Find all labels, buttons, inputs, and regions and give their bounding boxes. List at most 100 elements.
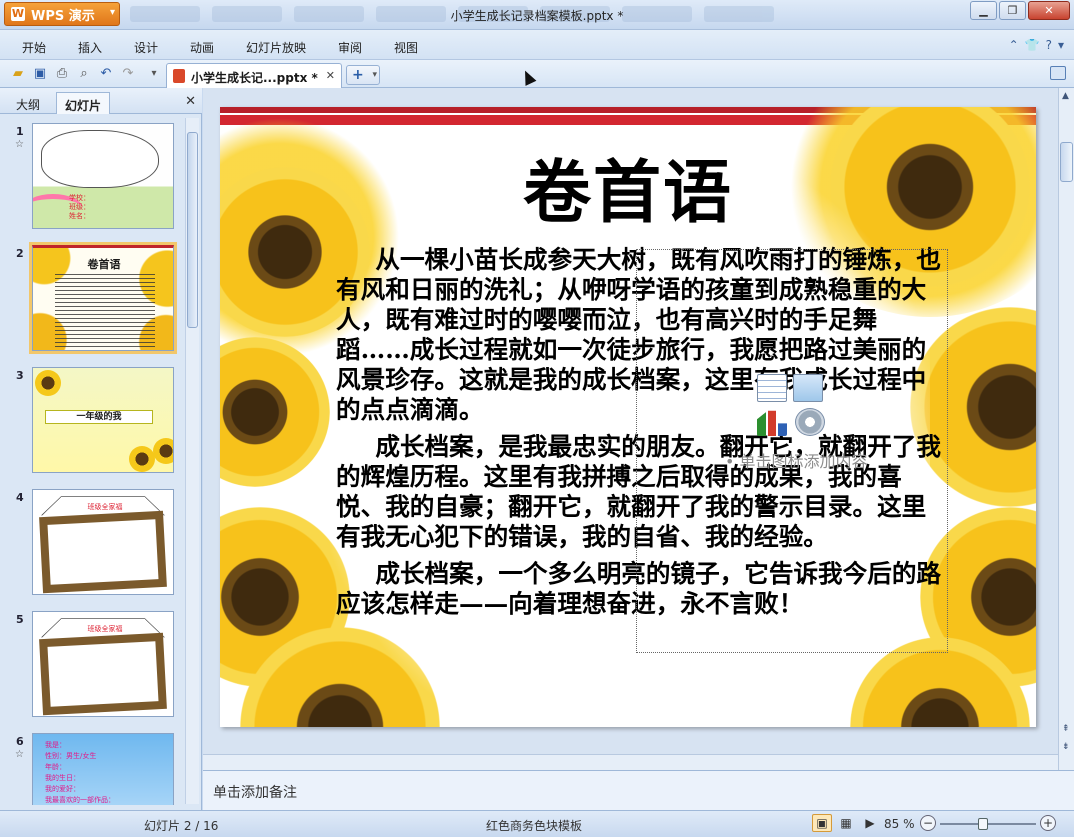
chevron-down-icon[interactable]: ▾	[1058, 38, 1064, 52]
slide-thumbnail-5[interactable]: 5 班级全家福	[0, 611, 184, 721]
notes-pane[interactable]: 单击添加备注	[203, 770, 1074, 810]
thumb-line: 我的生日：	[45, 774, 80, 782]
chevron-up-icon[interactable]: ⌃	[1009, 38, 1019, 52]
content-placeholder[interactable]: • 单击图标添加内容	[636, 249, 948, 653]
save-icon[interactable]: ▣	[32, 66, 48, 82]
thumb-line: 性别：男生/女生	[45, 752, 97, 760]
zoom-level: 85 %	[884, 817, 915, 831]
menu-view[interactable]: 视图	[394, 39, 418, 56]
slide-title[interactable]: 卷首语	[220, 137, 1036, 236]
slide-thumbnail-6[interactable]: 6 ☆ 我是： 性别：男生/女生 年龄： 我的生日： 我的爱好： 我最喜欢的一部…	[0, 733, 184, 805]
undo-icon[interactable]: ↶	[98, 66, 114, 82]
page-up-icon[interactable]: ⇞	[1062, 724, 1070, 734]
thumb-line: 我是：	[45, 741, 66, 749]
slide-sorter-icon[interactable]: ▦	[836, 814, 856, 832]
window-title: 小学生成长记录档案模板.pptx *	[450, 9, 624, 23]
sunflower-shape	[153, 438, 173, 464]
thumb-title: 卷首语	[87, 258, 121, 271]
document-tab-label: 小学生成长记...pptx *	[191, 71, 318, 85]
window-controls: ▁ ❐ ✕	[970, 1, 1070, 20]
placeholder-label: 单击图标添加内容	[739, 452, 868, 471]
thumb-title: 一年级的我	[45, 410, 153, 424]
menu-insert[interactable]: 插入	[78, 39, 102, 56]
open-folder-icon[interactable]: ▰	[10, 66, 26, 82]
menu-slideshow[interactable]: 幻灯片放映	[246, 39, 306, 56]
panel-tabs: 大纲 幻灯片 ✕	[0, 88, 202, 114]
slide-thumbnail-4[interactable]: 4 班级全家福	[0, 489, 184, 599]
redo-icon[interactable]: ↷	[120, 66, 136, 82]
vertical-scroll-thumb[interactable]	[1060, 142, 1073, 182]
thumb-line: 我最喜欢的一部作品：	[45, 796, 115, 804]
zoom-out-icon[interactable]: −	[920, 815, 936, 831]
thumbnail-image: 班级全家福	[32, 489, 174, 595]
normal-view-icon[interactable]: ▣	[812, 814, 832, 832]
insert-chart-icon[interactable]	[757, 410, 787, 436]
slide-number: 6	[16, 735, 24, 748]
slide-number: 2	[16, 247, 24, 260]
close-panel-icon[interactable]: ✕	[185, 94, 196, 109]
sunflower-shape	[129, 446, 155, 472]
thumbnail-image: 班级全家福	[32, 611, 174, 717]
minimize-button[interactable]: ▁	[970, 1, 997, 20]
shirt-skin-icon[interactable]: 👕	[1025, 38, 1040, 52]
slide-thumbnail-3[interactable]: 3 一年级的我	[0, 367, 184, 477]
pptx-file-icon	[173, 69, 185, 83]
menu-right-tools: ⌃ 👕 ? ▾	[1009, 38, 1064, 52]
panel-scroll-thumb[interactable]	[187, 132, 198, 328]
help-icon[interactable]: ?	[1046, 38, 1052, 52]
print-preview-icon[interactable]: ⌕	[76, 66, 92, 82]
tab-slides[interactable]: 幻灯片	[56, 92, 111, 114]
horizontal-scrollbar[interactable]	[203, 754, 1058, 770]
close-button[interactable]: ✕	[1028, 1, 1070, 20]
slide-number: 4	[16, 491, 24, 504]
slide-number: 1	[16, 125, 24, 138]
zoom-slider-knob[interactable]	[978, 818, 989, 830]
slide-panel: 大纲 幻灯片 ✕ 1 ☆ 学校： 班级： 姓名： 2 卷首语 3 一年级的我 4…	[0, 88, 202, 810]
thumbnail-list: 1 ☆ 学校： 班级： 姓名： 2 卷首语 3 一年级的我 4 班级全家福 5 …	[0, 115, 184, 805]
sunflower-decoration	[220, 337, 330, 487]
vertical-scrollbar[interactable]: ▲ ⇞ ⇟	[1058, 88, 1074, 770]
thumb-line: 姓名：	[69, 212, 90, 220]
thumb-line: 我的爱好：	[45, 785, 80, 793]
menu-bar: 开始 插入 设计 动画 幻灯片放映 审阅 视图 ⌃ 👕 ? ▾	[0, 30, 1074, 60]
new-document-button[interactable]: + ▾	[346, 65, 380, 85]
print-icon[interactable]: ⎙	[54, 66, 70, 82]
panel-scrollbar[interactable]	[185, 118, 199, 804]
sunflower-shape	[35, 370, 61, 396]
cloud-shape	[41, 130, 159, 188]
document-tab[interactable]: 小学生成长记...pptx * ✕	[166, 63, 342, 88]
menu-home[interactable]: 开始	[22, 39, 46, 56]
placeholder-text: • 单击图标添加内容	[725, 452, 868, 471]
page-down-icon[interactable]: ⇟	[1062, 742, 1070, 752]
window-layout-icon[interactable]	[1050, 66, 1066, 80]
menu-animation[interactable]: 动画	[190, 39, 214, 56]
insert-table-icon[interactable]	[757, 374, 787, 402]
animation-star-icon: ☆	[15, 139, 24, 150]
customize-toolbar-icon[interactable]: ▾	[146, 66, 162, 82]
slide-number: 5	[16, 613, 24, 626]
tab-outline[interactable]: 大纲	[8, 92, 48, 114]
close-tab-icon[interactable]: ✕	[326, 69, 335, 82]
thumbnail-lines: 学校： 班级： 姓名：	[69, 194, 90, 221]
picture-frame	[39, 632, 167, 716]
content-icons	[757, 374, 831, 444]
scroll-up-icon[interactable]: ▲	[1062, 91, 1069, 101]
insert-media-icon[interactable]	[795, 408, 825, 436]
animation-star-icon: ☆	[15, 749, 24, 760]
quick-access-toolbar: ▰ ▣ ⎙ ⌕ ↶ ↷ ▾ 小学生成长记...pptx * ✕ + ▾	[0, 60, 1074, 88]
menu-design[interactable]: 设计	[134, 39, 158, 56]
thumbnail-image: 一年级的我	[32, 367, 174, 473]
slide-position: 幻灯片 2 / 16	[144, 819, 219, 833]
restore-button[interactable]: ❐	[999, 1, 1026, 20]
current-slide[interactable]: 卷首语 从一棵小苗长成参天大树，既有风吹雨打的锤炼，也有风和日丽的洗礼；从咿呀学…	[220, 107, 1036, 727]
menu-review[interactable]: 审阅	[338, 39, 362, 56]
slide-thumbnail-2[interactable]: 2 卷首语	[0, 242, 184, 355]
notes-placeholder: 单击添加备注	[213, 785, 297, 801]
zoom-in-icon[interactable]: +	[1040, 815, 1056, 831]
thumb-line: 班级：	[69, 203, 90, 211]
insert-picture-icon[interactable]	[793, 374, 823, 402]
slide-number: 3	[16, 369, 24, 382]
slide-thumbnail-1[interactable]: 1 ☆ 学校： 班级： 姓名：	[0, 123, 184, 233]
slideshow-icon[interactable]: ▶	[860, 814, 880, 832]
thumbnail-lines: 我是： 性别：男生/女生 年龄： 我的生日： 我的爱好： 我最喜欢的一部作品：	[45, 740, 115, 805]
